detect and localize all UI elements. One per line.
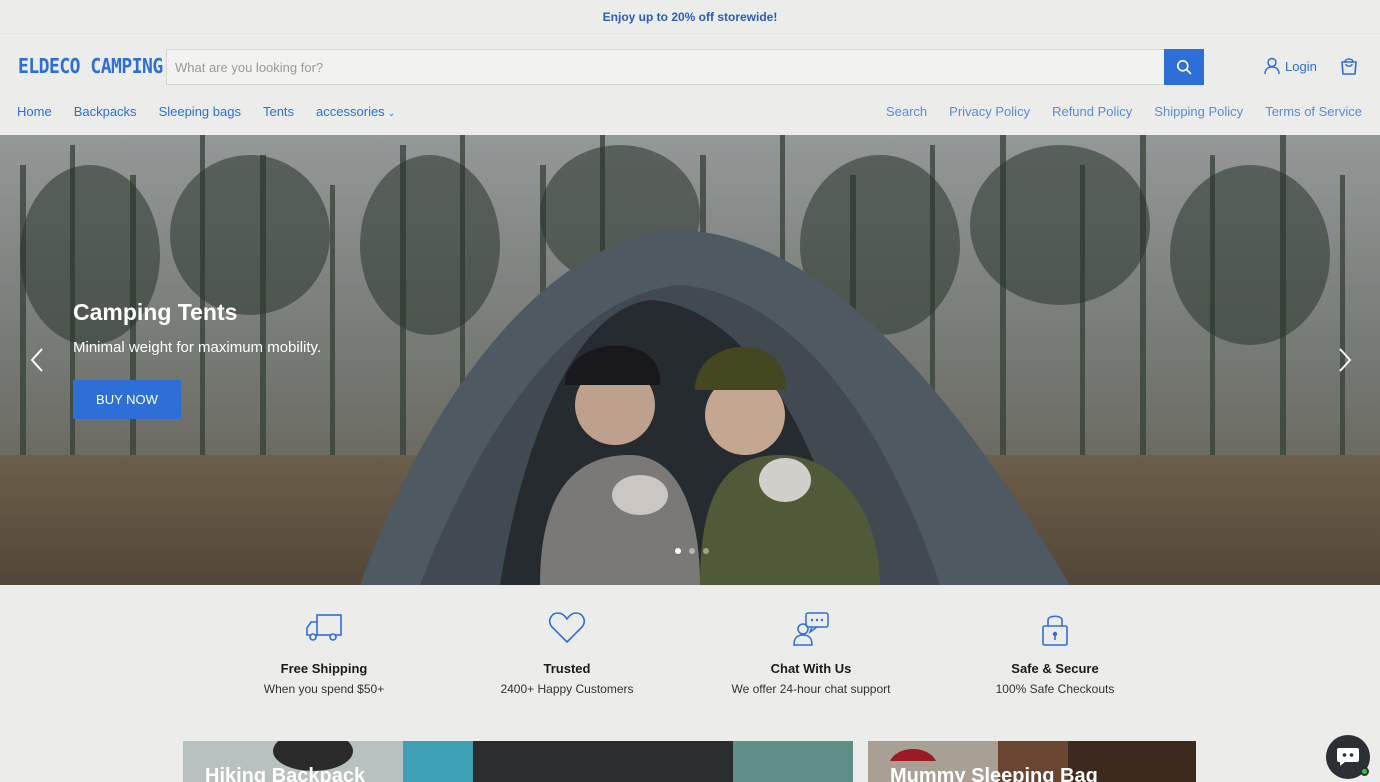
online-status-dot	[1360, 767, 1369, 776]
login-link[interactable]: Login	[1264, 57, 1317, 75]
shopping-bag-icon	[1341, 58, 1357, 75]
hero-title: Camping Tents	[73, 299, 238, 325]
chat-person-icon	[793, 612, 829, 646]
nav-item-shipping-policy[interactable]: Shipping Policy	[1154, 104, 1243, 119]
feature-secure: Safe & Secure 100% Safe Checkouts	[955, 611, 1155, 696]
previous-slide-arrow[interactable]	[28, 345, 48, 375]
heart-icon	[549, 612, 585, 643]
nav-item-accessories-label: accessories	[316, 104, 385, 119]
feature-trusted: Trusted 2400+ Happy Customers	[467, 611, 667, 696]
slide-dot-3[interactable]	[703, 548, 709, 554]
feature-title: Safe & Secure	[1011, 661, 1099, 676]
nav-item-tents[interactable]: Tents	[263, 104, 294, 119]
user-icon	[1264, 57, 1280, 75]
promo-title: Mummy Sleeping Bag	[890, 765, 1098, 782]
cart-button[interactable]	[1339, 56, 1359, 81]
secondary-nav: Search Privacy Policy Refund Policy Ship…	[886, 104, 1362, 119]
login-label: Login	[1285, 58, 1317, 74]
feature-title: Chat With Us	[770, 661, 852, 676]
chat-bubble-icon	[1337, 748, 1359, 766]
nav-item-terms-of-service[interactable]: Terms of Service	[1265, 104, 1362, 119]
nav-item-sleeping-bags[interactable]: Sleeping bags	[159, 104, 241, 119]
nav-item-backpacks[interactable]: Backpacks	[74, 104, 137, 119]
promo-card-hiking-backpack[interactable]: Hiking Backpack	[183, 741, 853, 782]
feature-subtitle: 2400+ Happy Customers	[500, 682, 634, 696]
search-icon	[1177, 60, 1192, 75]
buy-now-button[interactable]: BUY NOW	[73, 380, 181, 419]
feature-free-shipping: Free Shipping When you spend $50+	[224, 611, 424, 696]
search-button[interactable]	[1164, 49, 1204, 85]
slide-dot-1[interactable]	[675, 548, 681, 554]
store-logo[interactable]: ELDECO CAMPING	[18, 54, 163, 78]
features-row: Free Shipping When you spend $50+ Truste…	[0, 585, 1380, 735]
hero-image	[0, 135, 1380, 585]
site-header: ELDECO CAMPING Login Home Backpacks Slee…	[0, 34, 1380, 135]
search-bar	[166, 49, 1204, 85]
slide-dot-2[interactable]	[689, 548, 695, 554]
nav-item-home[interactable]: Home	[17, 104, 52, 119]
nav-item-search[interactable]: Search	[886, 104, 927, 119]
search-input[interactable]	[167, 50, 1164, 84]
lock-icon	[1042, 615, 1068, 646]
nav-item-accessories[interactable]: accessories ⌄	[316, 104, 395, 119]
chat-widget-button[interactable]	[1326, 735, 1370, 779]
hero-slideshow: Camping Tents Minimal weight for maximum…	[0, 135, 1380, 585]
next-slide-arrow[interactable]	[1334, 345, 1354, 375]
feature-subtitle: We offer 24-hour chat support	[731, 682, 891, 696]
feature-subtitle: 100% Safe Checkouts	[995, 682, 1115, 696]
main-nav: Home Backpacks Sleeping bags Tents acces…	[17, 104, 395, 119]
hero-subtitle: Minimal weight for maximum mobility.	[73, 339, 322, 356]
feature-subtitle: When you spend $50+	[263, 682, 385, 696]
feature-title: Free Shipping	[280, 661, 368, 676]
announcement-bar: Enjoy up to 20% off storewide!	[0, 0, 1380, 34]
announcement-text: Enjoy up to 20% off storewide!	[602, 9, 778, 24]
feature-chat: Chat With Us We offer 24-hour chat suppo…	[711, 611, 911, 696]
feature-title: Trusted	[543, 661, 591, 676]
nav-item-privacy-policy[interactable]: Privacy Policy	[949, 104, 1030, 119]
promo-title: Hiking Backpack	[205, 765, 366, 782]
truck-icon	[306, 614, 342, 641]
slide-indicators	[675, 548, 709, 554]
nav-item-refund-policy[interactable]: Refund Policy	[1052, 104, 1132, 119]
promo-card-mummy-sleeping-bag[interactable]: Mummy Sleeping Bag	[868, 741, 1196, 782]
chevron-down-icon: ⌄	[387, 108, 396, 118]
